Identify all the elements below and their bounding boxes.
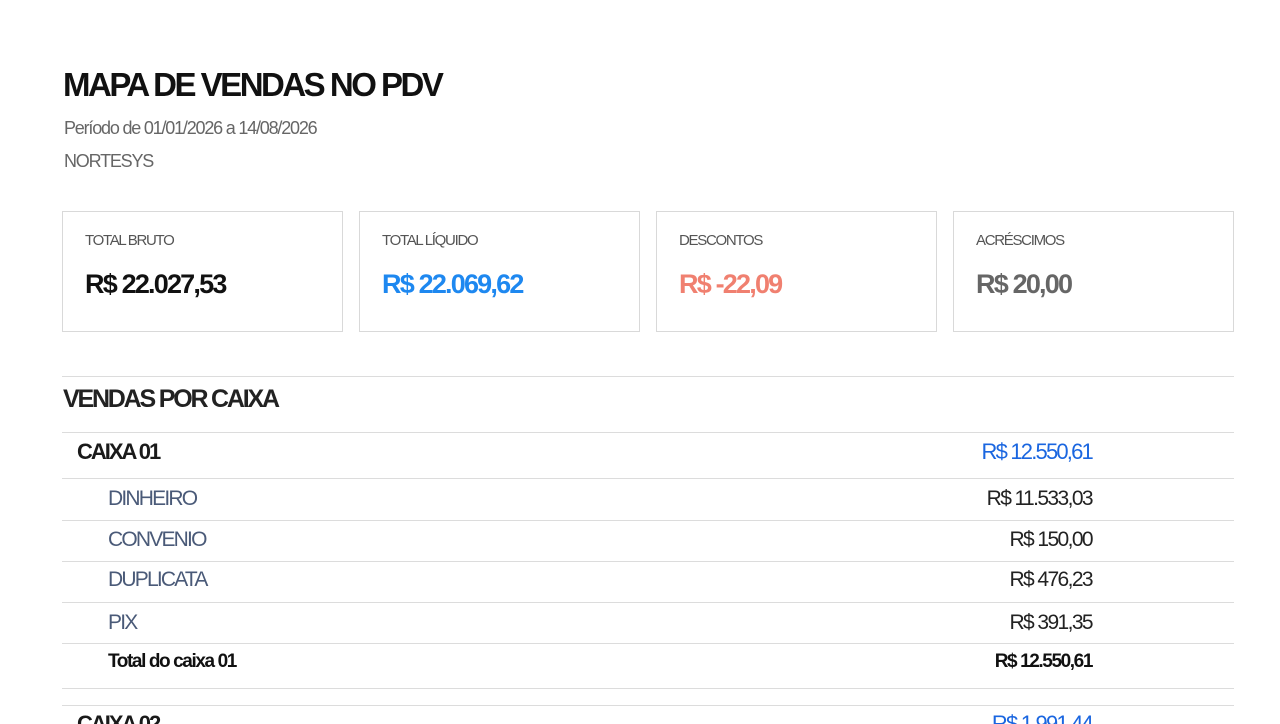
caixa-subtotal-row: Total do caixa 01 R$ 12.550,61	[62, 651, 1234, 675]
caixa-header-row: CAIXA 02 R$ 1.991,44	[62, 711, 1234, 724]
summary-card-label: TOTAL LÍQUIDO	[382, 232, 479, 249]
caixa-name: CAIXA 02	[77, 711, 161, 724]
row-divider	[62, 432, 1234, 433]
report-page: MAPA DE VENDAS NO PDV Período de 01/01/2…	[0, 0, 1280, 724]
row-divider	[62, 705, 1234, 706]
caixa-total: R$ 12.550,61	[981, 439, 1093, 464]
payment-method: PIX	[108, 611, 138, 634]
payment-row: DUPLICATA R$ 476,23	[62, 568, 1234, 594]
company-name: NORTESYS	[64, 151, 154, 171]
row-divider	[62, 602, 1234, 603]
summary-card-descontos: DESCONTOS R$ -22,09	[656, 211, 937, 332]
caixa-name: CAIXA 01	[77, 439, 161, 464]
summary-card-value: R$ 22.027,53	[85, 269, 227, 299]
summary-card-label: TOTAL BRUTO	[85, 232, 175, 249]
payment-value: R$ 150,00	[1009, 528, 1093, 551]
caixa-total: R$ 1.991,44	[991, 711, 1094, 724]
row-divider	[62, 478, 1234, 479]
summary-card-value: R$ 20,00	[976, 269, 1073, 299]
subtotal-label: Total do caixa 01	[108, 651, 237, 672]
summary-card-acrescimos: ACRÉSCIMOS R$ 20,00	[953, 211, 1234, 332]
summary-card-value: R$ -22,09	[679, 269, 783, 299]
payment-row: DINHEIRO R$ 11.533,03	[62, 487, 1234, 513]
payment-row: PIX R$ 391,35	[62, 611, 1234, 637]
payment-value: R$ 391,35	[1009, 611, 1093, 634]
payment-method: CONVENIO	[108, 528, 207, 551]
payment-row: CONVENIO R$ 150,00	[62, 528, 1234, 554]
row-divider	[62, 561, 1234, 562]
summary-card-total-liquido: TOTAL LÍQUIDO R$ 22.069,62	[359, 211, 640, 332]
summary-card-value: R$ 22.069,62	[382, 269, 524, 299]
caixa-header-row: CAIXA 01 R$ 12.550,61	[62, 439, 1234, 469]
summary-card-label: ACRÉSCIMOS	[976, 232, 1065, 249]
payment-method: DUPLICATA	[108, 568, 208, 591]
section-title: VENDAS POR CAIXA	[63, 385, 280, 413]
row-divider	[62, 643, 1234, 644]
summary-card-label: DESCONTOS	[679, 232, 763, 249]
row-divider	[62, 688, 1234, 689]
payment-value: R$ 476,23	[1009, 568, 1093, 591]
payment-method: DINHEIRO	[108, 487, 198, 510]
section-divider	[62, 376, 1234, 377]
payment-value: R$ 11.533,03	[986, 487, 1094, 510]
subtotal-value: R$ 12.550,61	[994, 651, 1094, 672]
report-title: MAPA DE VENDAS NO PDV	[63, 66, 444, 103]
report-period: Período de 01/01/2026 a 14/08/2026	[64, 118, 318, 138]
summary-card-total-bruto: TOTAL BRUTO R$ 22.027,53	[62, 211, 343, 332]
row-divider	[62, 520, 1234, 521]
